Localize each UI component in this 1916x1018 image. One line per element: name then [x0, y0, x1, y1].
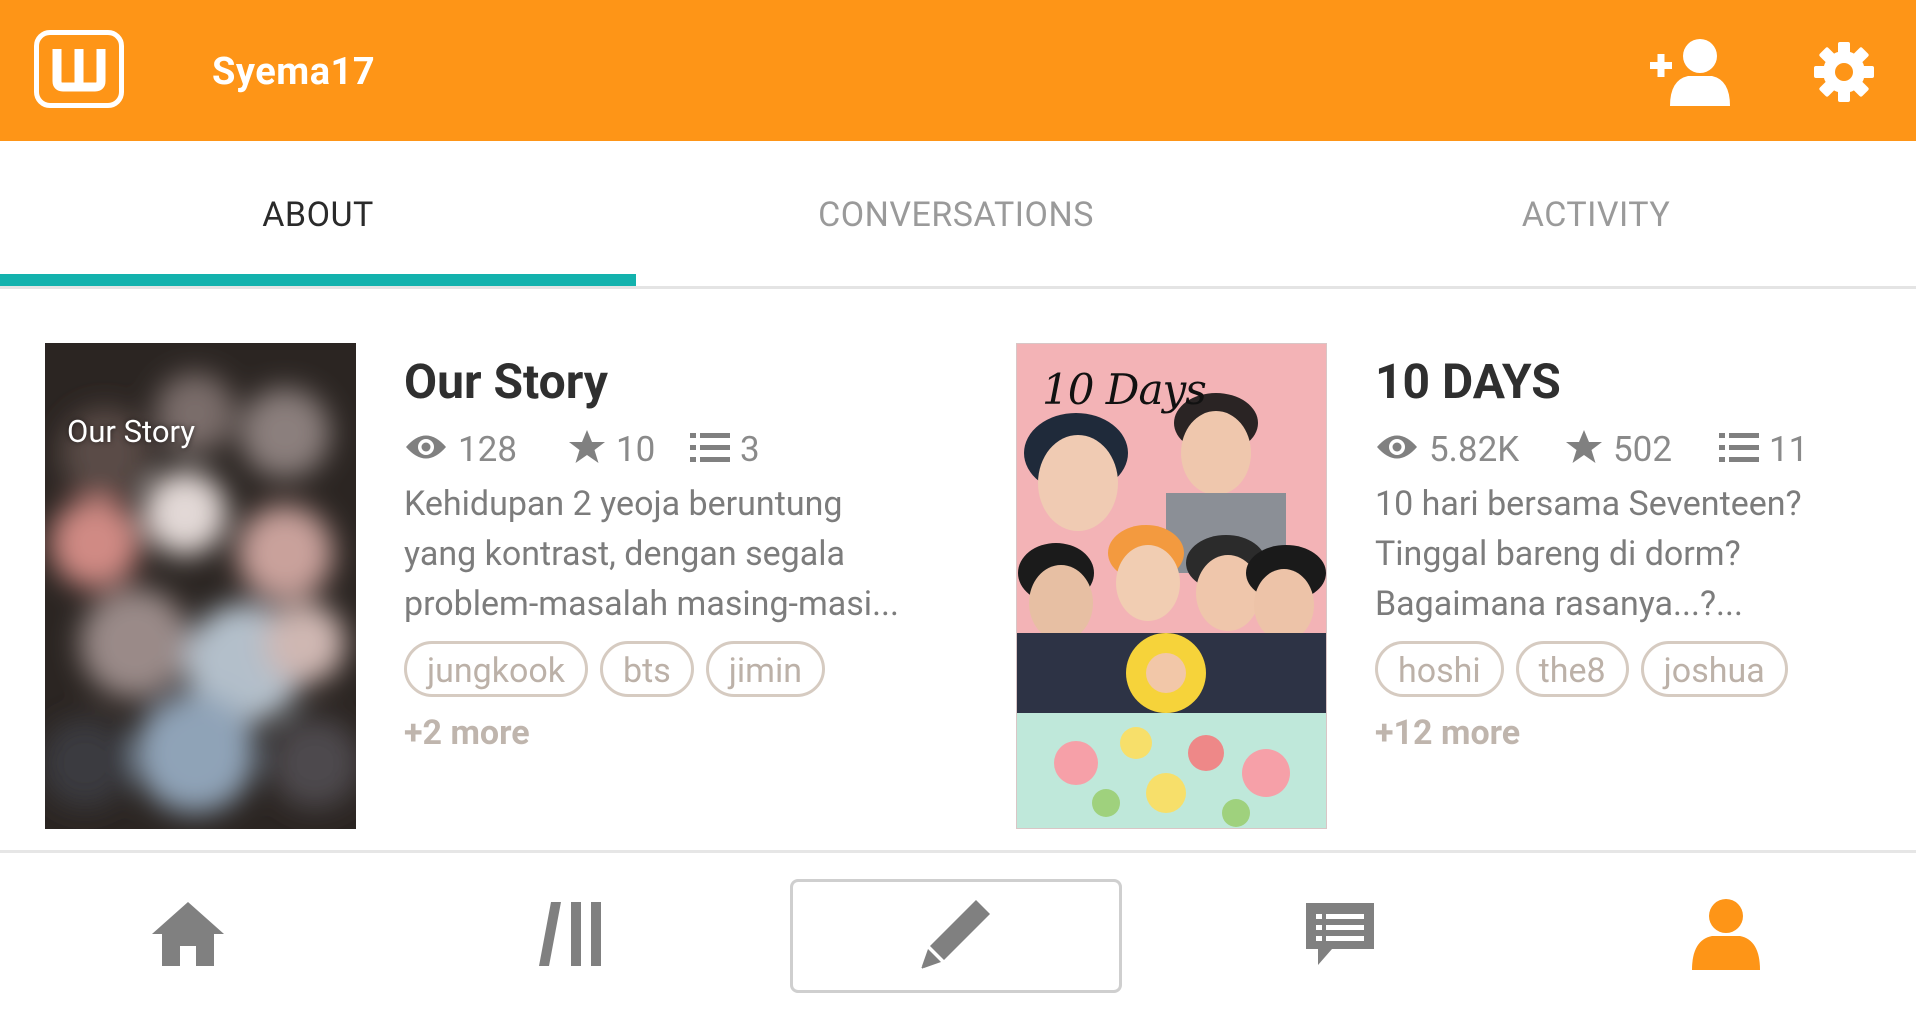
nav-home-button[interactable] [88, 853, 288, 1018]
profile-icon [1688, 896, 1764, 976]
nav-library-button[interactable] [472, 853, 672, 1018]
story-cover-image[interactable]: Our Story [45, 343, 356, 829]
home-icon [150, 900, 226, 972]
story-title[interactable]: Our Story [404, 347, 944, 417]
votes-stat: 502 [1565, 419, 1672, 479]
parts-stat: 3 [690, 419, 760, 479]
add-friend-icon[interactable] [1648, 34, 1736, 110]
bottom-navigation [0, 850, 1916, 1018]
reads-count: 128 [458, 428, 518, 470]
story-info: Our Story 128 10 3 Kehidupan 2 yeoja ber… [404, 343, 944, 753]
votes-count: 10 [616, 428, 656, 470]
votes-stat: 10 [568, 419, 655, 479]
star-icon [568, 428, 606, 470]
tag-chip[interactable]: joshua [1640, 641, 1788, 697]
tab-conversations[interactable]: CONVERSATIONS [636, 141, 1276, 286]
list-icon [690, 431, 730, 467]
reads-stat: 128 [404, 419, 517, 479]
reads-stat: 5.82K [1375, 419, 1519, 479]
app-bar: Syema17 [0, 0, 1916, 141]
story-description-line: yang kontrast, dengan segala [404, 534, 846, 574]
eye-icon [404, 432, 448, 466]
gear-icon[interactable] [1812, 40, 1876, 104]
story-info: 10 DAYS 5.82K 502 11 10 hari bersama Sev… [1375, 343, 1915, 753]
tag-chip[interactable]: jimin [705, 641, 826, 697]
votes-count: 502 [1613, 428, 1673, 470]
story-description-line: problem-masalah masing-masi... [404, 584, 899, 624]
pencil-icon [918, 896, 994, 976]
eye-icon [1375, 432, 1419, 466]
tag-chip[interactable]: bts [600, 641, 694, 697]
tab-activity[interactable]: ACTIVITY [1276, 141, 1916, 286]
tag-list: jungkook bts jimin [404, 641, 944, 697]
library-icon [537, 900, 607, 972]
star-icon [1565, 428, 1603, 470]
story-stats: 5.82K 502 11 [1375, 419, 1915, 479]
story-stats: 128 10 3 [404, 419, 944, 479]
cover-title-text: Our Story [67, 413, 195, 450]
story-description-line: Kehidupan 2 yeoja beruntung [404, 484, 843, 524]
nav-profile-button[interactable] [1626, 853, 1826, 1018]
list-icon [1719, 431, 1759, 467]
story-card[interactable]: Our Story Our Story 128 10 3 Kehidupan 2… [45, 343, 945, 829]
story-title[interactable]: 10 DAYS [1375, 347, 1915, 417]
nav-messages-button[interactable] [1240, 853, 1440, 1018]
nav-write-button[interactable] [790, 879, 1122, 993]
profile-tabs: ABOUT CONVERSATIONS ACTIVITY [0, 141, 1916, 289]
tag-chip[interactable]: jungkook [404, 641, 588, 697]
story-description-line: 10 hari bersama Seventeen? [1375, 484, 1802, 524]
messages-icon [1302, 899, 1378, 973]
more-tags-link[interactable]: +12 more [1375, 713, 1915, 753]
parts-count: 3 [740, 428, 760, 470]
parts-stat: 11 [1719, 419, 1808, 479]
wattpad-logo-icon[interactable] [34, 30, 124, 108]
story-card[interactable]: 10 Days 10 DAYS 5.82K 502 11 10 hari ber… [1016, 343, 1896, 829]
story-cover-image[interactable]: 10 Days [1016, 343, 1327, 829]
tag-chip[interactable]: the8 [1515, 641, 1629, 697]
tab-about[interactable]: ABOUT [0, 141, 636, 286]
reads-count: 5.82K [1429, 428, 1520, 470]
story-description-line: Bagaimana rasanya...?... [1375, 584, 1743, 624]
tag-chip[interactable]: hoshi [1375, 641, 1504, 697]
username-title: Syema17 [212, 50, 376, 94]
tag-list: hoshi the8 joshua [1375, 641, 1915, 697]
more-tags-link[interactable]: +2 more [404, 713, 944, 753]
parts-count: 11 [1769, 428, 1809, 470]
story-description-line: Tinggal bareng di dorm? [1375, 534, 1741, 574]
active-tab-indicator [0, 274, 636, 286]
cover-title-text: 10 Days [1042, 365, 1207, 414]
